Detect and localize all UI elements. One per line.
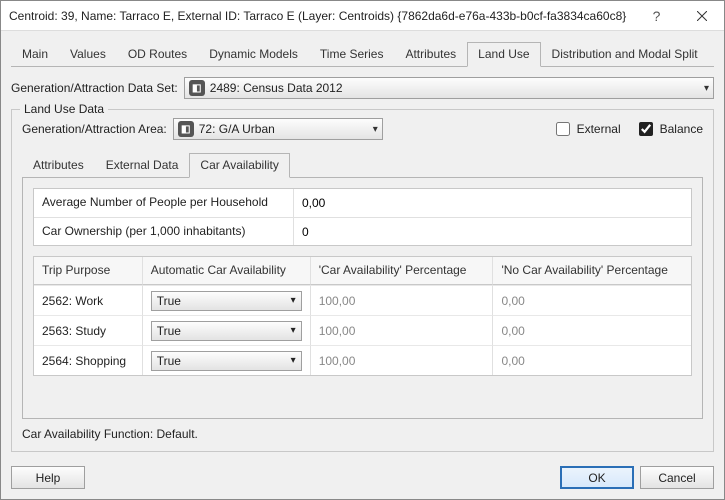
- inner-tab-external-data[interactable]: External Data: [95, 153, 190, 178]
- dialog-footer: Help OK Cancel: [1, 458, 724, 499]
- car-ownership-input[interactable]: [300, 222, 378, 241]
- titlebar: Centroid: 39, Name: Tarraco E, External …: [1, 1, 724, 31]
- auto-car-value: True: [157, 354, 181, 368]
- ga-area-icon: ◧: [178, 121, 194, 137]
- table-row: 2564: Shopping True ▾ 100,000,00: [34, 345, 691, 375]
- car-ownership-label: Car Ownership (per 1,000 inhabitants): [34, 218, 294, 245]
- chevron-down-icon: ▾: [291, 295, 296, 306]
- cell-trip-purpose: 2562: Work: [34, 285, 143, 315]
- th-car-avail: 'Car Availability' Percentage: [311, 257, 494, 285]
- inner-tab-attributes[interactable]: Attributes: [22, 153, 95, 178]
- dataset-combo[interactable]: ◧ 2489: Census Data 2012 ▾: [184, 77, 714, 99]
- help-footer-button[interactable]: Help: [11, 466, 85, 489]
- dialog-window: Centroid: 39, Name: Tarraco E, External …: [0, 0, 725, 500]
- inner-tabs: AttributesExternal DataCar Availability: [22, 152, 703, 178]
- ok-label: OK: [588, 471, 605, 485]
- dialog-body: MainValuesOD RoutesDynamic ModelsTime Se…: [1, 31, 724, 458]
- auto-car-value: True: [157, 294, 181, 308]
- th-no-car-avail: 'No Car Availability' Percentage: [493, 257, 691, 285]
- avg-household-label: Average Number of People per Household: [34, 189, 294, 217]
- cell-trip-purpose: 2563: Study: [34, 315, 143, 345]
- external-checkbox-wrap[interactable]: External: [552, 119, 621, 139]
- land-use-fieldset: Land Use Data Generation/Attraction Area…: [11, 109, 714, 452]
- checkbox-group: External Balance: [552, 119, 703, 139]
- help-button[interactable]: ?: [634, 1, 679, 31]
- chevron-down-icon: ▾: [291, 355, 296, 366]
- help-icon: ?: [653, 8, 661, 24]
- chevron-down-icon: ▾: [291, 325, 296, 336]
- cell-trip-purpose: 2564: Shopping: [34, 345, 143, 375]
- cell-no-car-avail: 0,00: [493, 315, 691, 345]
- ga-area-row: Generation/Attraction Area: ◧ 72: G/A Ur…: [22, 118, 703, 140]
- ga-area-value: 72: G/A Urban: [199, 122, 373, 136]
- th-trip-purpose: Trip Purpose: [34, 257, 143, 285]
- ga-area-combo[interactable]: ◧ 72: G/A Urban ▾: [173, 118, 383, 140]
- dataset-value: 2489: Census Data 2012: [210, 81, 704, 95]
- auto-car-combo[interactable]: True ▾: [151, 291, 302, 311]
- avg-household-input[interactable]: [300, 193, 378, 213]
- cell-no-car-avail: 0,00: [493, 345, 691, 375]
- chevron-down-icon: ▾: [373, 124, 378, 135]
- cancel-button[interactable]: Cancel: [640, 466, 714, 489]
- table-row: 2562: Work True ▾ 100,000,00: [34, 285, 691, 315]
- tab-distribution-and-modal-split[interactable]: Distribution and Modal Split: [541, 42, 709, 67]
- dataset-row: Generation/Attraction Data Set: ◧ 2489: …: [11, 77, 714, 99]
- dataset-label: Generation/Attraction Data Set:: [11, 81, 178, 95]
- tab-od-routes[interactable]: OD Routes: [117, 42, 198, 67]
- auto-car-combo[interactable]: True ▾: [151, 321, 302, 341]
- cancel-label: Cancel: [658, 471, 695, 485]
- balance-label: Balance: [660, 122, 703, 136]
- ga-area-label: Generation/Attraction Area:: [22, 122, 167, 136]
- table-row: 2563: Study True ▾ 100,000,00: [34, 315, 691, 345]
- tab-main[interactable]: Main: [11, 42, 59, 67]
- close-button[interactable]: [679, 1, 724, 31]
- external-checkbox[interactable]: [556, 122, 570, 136]
- cell-car-avail: 100,00: [311, 315, 494, 345]
- main-tabs: MainValuesOD RoutesDynamic ModelsTime Se…: [11, 41, 714, 67]
- dataset-icon: ◧: [189, 80, 205, 96]
- table-row: Average Number of People per Household: [34, 189, 691, 217]
- tab-attributes[interactable]: Attributes: [394, 42, 467, 67]
- fieldset-legend: Land Use Data: [20, 102, 108, 116]
- tab-land-use[interactable]: Land Use: [467, 42, 540, 67]
- cell-car-avail: 100,00: [311, 285, 494, 315]
- auto-car-combo[interactable]: True ▾: [151, 351, 302, 371]
- inputs-table: Average Number of People per Household C…: [33, 188, 692, 246]
- trip-purpose-table: Trip Purpose Automatic Car Availability …: [33, 256, 692, 376]
- inner-tab-content: Average Number of People per Household C…: [22, 178, 703, 419]
- balance-checkbox-wrap[interactable]: Balance: [635, 119, 703, 139]
- tab-values[interactable]: Values: [59, 42, 117, 67]
- tab-time-series[interactable]: Time Series: [309, 42, 395, 67]
- tab-dynamic-models[interactable]: Dynamic Models: [198, 42, 309, 67]
- car-avail-note: Car Availability Function: Default.: [22, 427, 703, 441]
- external-label: External: [577, 122, 621, 136]
- inner-tab-car-availability[interactable]: Car Availability: [189, 153, 289, 178]
- cell-auto-combo: True ▾: [143, 345, 311, 375]
- window-title: Centroid: 39, Name: Tarraco E, External …: [9, 9, 634, 23]
- chevron-down-icon: ▾: [704, 83, 709, 94]
- cell-auto-combo: True ▾: [143, 315, 311, 345]
- cell-auto-combo: True ▾: [143, 285, 311, 315]
- balance-checkbox[interactable]: [639, 122, 653, 136]
- th-auto-car: Automatic Car Availability: [143, 257, 311, 285]
- auto-car-value: True: [157, 324, 181, 338]
- close-icon: [697, 11, 707, 21]
- cell-car-avail: 100,00: [311, 345, 494, 375]
- table-header-row: Trip Purpose Automatic Car Availability …: [34, 257, 691, 285]
- table-row: Car Ownership (per 1,000 inhabitants): [34, 217, 691, 245]
- help-label: Help: [36, 471, 61, 485]
- ok-button[interactable]: OK: [560, 466, 634, 489]
- cell-no-car-avail: 0,00: [493, 285, 691, 315]
